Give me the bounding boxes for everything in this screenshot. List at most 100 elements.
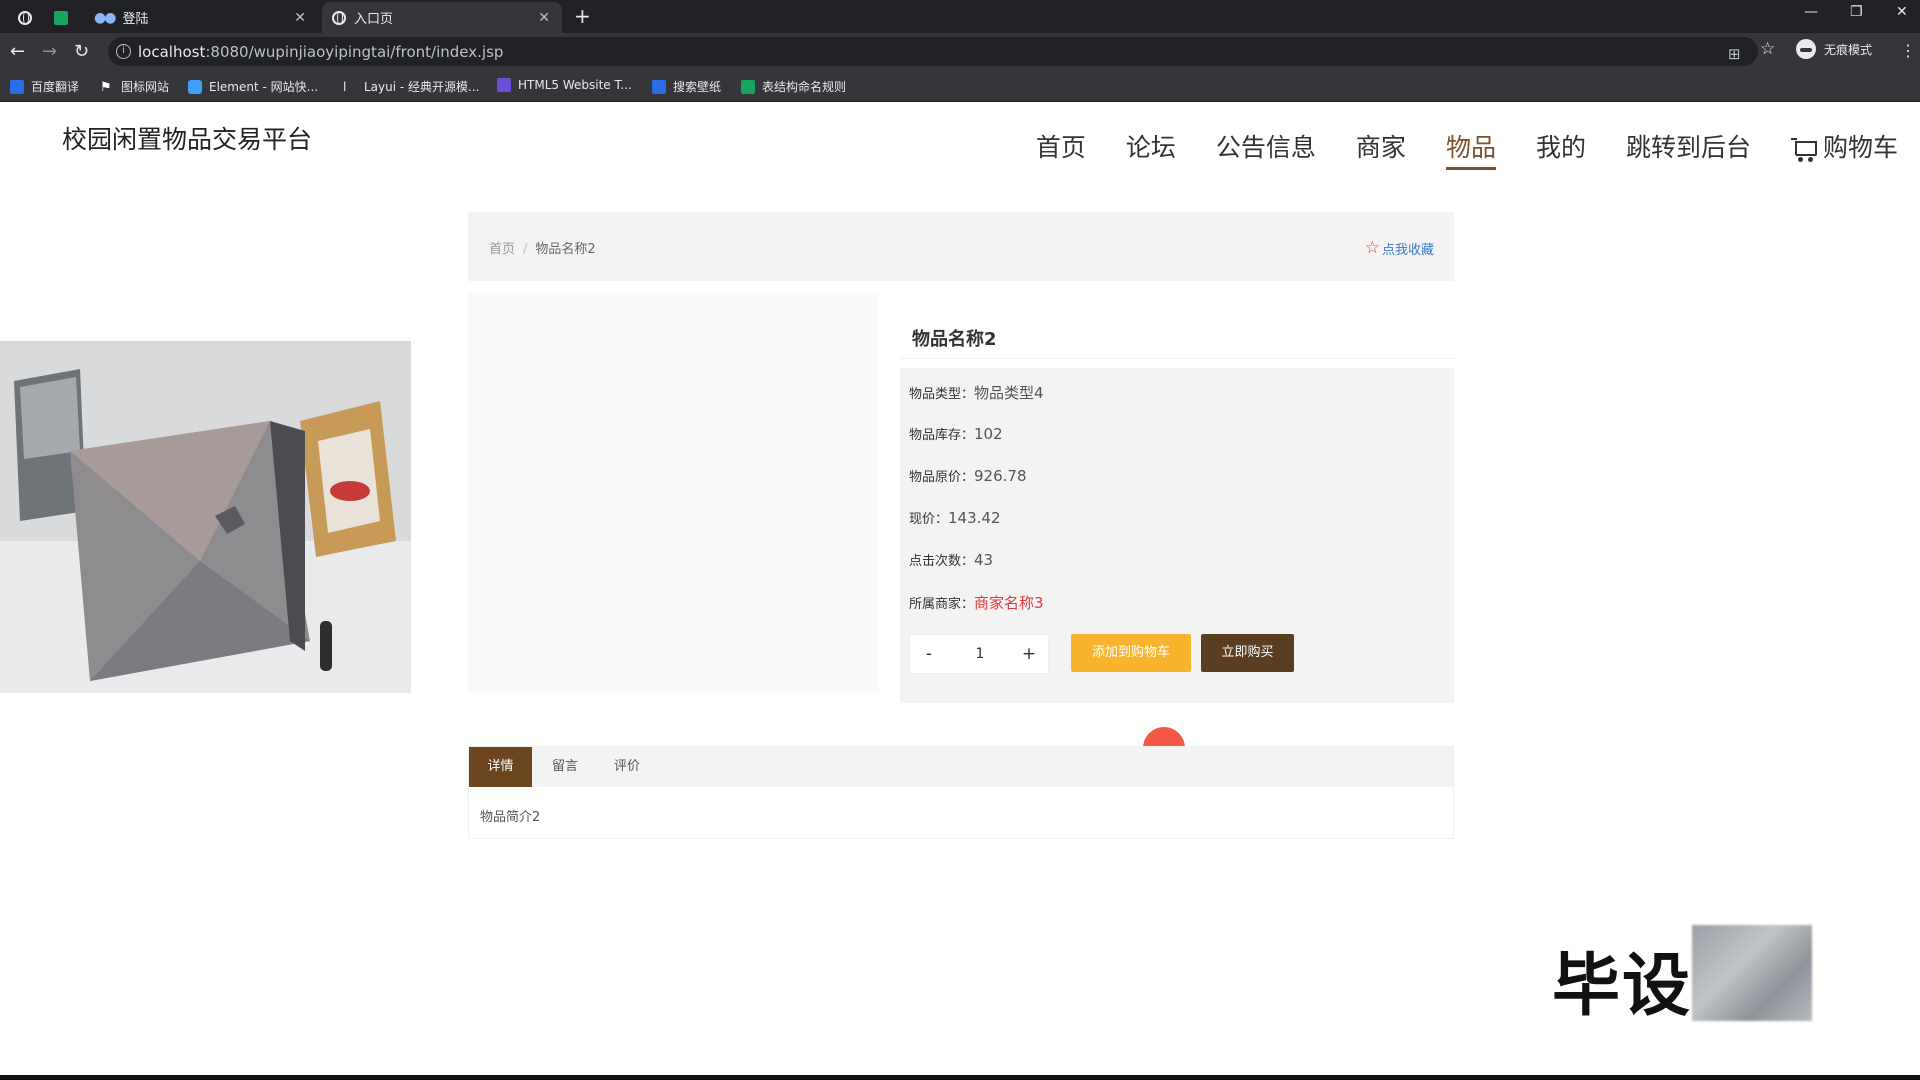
layui-icon: l bbox=[343, 79, 347, 94]
incognito-badge[interactable]: 无痕模式 bbox=[1796, 39, 1872, 59]
bookmarks-bar: 百度翻译 ⚑ 图标网站 Element - 网站快... l Layui - 经… bbox=[0, 70, 1920, 102]
product-title: 物品名称2 bbox=[912, 329, 997, 350]
reload-icon[interactable]: ↻ bbox=[74, 41, 89, 62]
bookmark-item[interactable]: l Layui - 经典开源模... bbox=[343, 78, 479, 95]
favorite-label: 点我收藏 bbox=[1381, 242, 1434, 258]
browser-menu-icon[interactable]: ⋮ bbox=[1900, 41, 1916, 60]
browser-tab-login[interactable]: ●● 登陆 ✕ bbox=[84, 2, 318, 33]
bookmark-label: Layui - 经典开源模... bbox=[364, 80, 480, 94]
bookmark-label: 百度翻译 bbox=[31, 80, 80, 94]
browser-tab-entry[interactable]: 入口页 ✕ bbox=[322, 2, 562, 33]
info-row-stock: 物品库存：102 bbox=[909, 424, 1003, 443]
nav-item-cart[interactable]: 购物车 bbox=[1790, 128, 1898, 170]
quantity-input[interactable]: 1 bbox=[956, 646, 1004, 662]
breadcrumb-home[interactable]: 首页 bbox=[489, 242, 515, 257]
stock-value: 102 bbox=[974, 425, 1003, 443]
product-title-box: 物品名称2 bbox=[900, 309, 1454, 359]
add-to-cart-button[interactable]: 添加到购物车 bbox=[1071, 634, 1191, 672]
nav-item-forum[interactable]: 论坛 bbox=[1126, 128, 1176, 170]
merchant-label: 所属商家： bbox=[909, 597, 975, 612]
breadcrumb-separator: / bbox=[523, 242, 528, 257]
main-nav: 首页 论坛 公告信息 商家 物品 我的 跳转到后台 购物车 bbox=[996, 128, 1898, 170]
bookmark-item[interactable]: 百度翻译 bbox=[10, 78, 79, 95]
element-icon bbox=[188, 79, 202, 94]
browser-tab-pinned-2[interactable] bbox=[44, 2, 78, 33]
watermark-text: 毕设 bbox=[1552, 947, 1693, 1026]
back-icon[interactable]: ← bbox=[10, 41, 25, 62]
translate-bookmark-icon bbox=[10, 79, 24, 94]
nav-item-goods[interactable]: 物品 bbox=[1445, 128, 1496, 170]
new-tab-icon[interactable]: + bbox=[574, 4, 591, 28]
address-bar[interactable]: i localhost:8080/wupinjiaoyipingtai/fron… bbox=[108, 37, 1758, 66]
price-value: 143.42 bbox=[948, 509, 1001, 527]
tab-reviews[interactable]: 评价 bbox=[607, 747, 647, 787]
tab-label: 入口页 bbox=[354, 12, 394, 27]
bookmark-label: 图标网站 bbox=[121, 80, 170, 94]
type-label: 物品类型： bbox=[909, 387, 975, 402]
nav-item-announcements[interactable]: 公告信息 bbox=[1216, 128, 1316, 170]
browser-tab-bar: ●● 登陆 ✕ 入口页 ✕ + — ❐ ✕ bbox=[0, 0, 1920, 33]
increment-button[interactable]: + bbox=[1014, 644, 1044, 664]
wallpaper-icon bbox=[652, 79, 666, 94]
type-value: 物品类型4 bbox=[974, 384, 1044, 402]
tab-messages[interactable]: 留言 bbox=[545, 747, 585, 787]
bookmark-label: Element - 网站快... bbox=[209, 80, 319, 94]
sheet-icon bbox=[54, 10, 68, 25]
info-row-price: 现价：143.42 bbox=[909, 508, 1001, 527]
product-info: 物品类型：物品类型4 物品库存：102 物品原价：926.78 现价：143.4… bbox=[900, 368, 1454, 703]
original-price-value: 926.78 bbox=[974, 467, 1027, 485]
bookmark-item[interactable]: 搜索壁纸 bbox=[652, 78, 721, 95]
browser-toolbar: ← → ↻ i localhost:8080/wupinjiaoyipingta… bbox=[0, 33, 1920, 70]
nav-item-admin[interactable]: 跳转到后台 bbox=[1626, 128, 1751, 170]
browser-tab-pinned-1[interactable] bbox=[8, 2, 42, 33]
favorite-button[interactable]: ☆ 点我收藏 bbox=[1365, 238, 1434, 258]
price-label: 现价： bbox=[909, 512, 949, 527]
cart-icon bbox=[1790, 138, 1817, 162]
info-row-original-price: 物品原价：926.78 bbox=[909, 466, 1027, 485]
translate-icon[interactable]: ⊞ bbox=[1728, 45, 1741, 63]
stock-label: 物品库存： bbox=[909, 428, 975, 443]
incognito-icon bbox=[1796, 39, 1816, 59]
breadcrumb-current: 物品名称2 bbox=[535, 242, 596, 257]
bookmark-label: HTML5 Website T... bbox=[518, 78, 632, 92]
forward-icon[interactable]: → bbox=[42, 41, 57, 62]
buy-now-button[interactable]: 立即购买 bbox=[1201, 634, 1294, 672]
close-window-icon[interactable]: ✕ bbox=[1896, 4, 1908, 20]
bookmark-item[interactable]: Element - 网站快... bbox=[188, 78, 318, 95]
minimize-icon[interactable]: — bbox=[1804, 4, 1818, 20]
sheet-icon bbox=[741, 79, 755, 94]
restore-icon[interactable]: ❐ bbox=[1850, 4, 1863, 20]
clicks-value: 43 bbox=[974, 551, 994, 569]
info-row-clicks: 点击次数：43 bbox=[909, 550, 993, 569]
merchant-link[interactable]: 商家名称3 bbox=[974, 594, 1044, 612]
incognito-label: 无痕模式 bbox=[1824, 42, 1873, 57]
url-text: localhost:8080/wupinjiaoyipingtai/front/… bbox=[138, 43, 504, 61]
original-price-label: 物品原价： bbox=[909, 470, 975, 485]
bookmark-item[interactable]: ⚑ 图标网站 bbox=[100, 78, 169, 95]
tab-close-icon[interactable]: ✕ bbox=[538, 10, 550, 26]
tab-close-icon[interactable]: ✕ bbox=[294, 10, 306, 26]
clicks-label: 点击次数： bbox=[909, 554, 975, 569]
bookmark-label: 表结构命名规则 bbox=[762, 80, 847, 94]
product-image-frame bbox=[468, 293, 879, 693]
nav-item-home[interactable]: 首页 bbox=[1036, 128, 1086, 170]
globe-icon bbox=[18, 10, 32, 25]
bookmark-label: 搜索壁纸 bbox=[673, 80, 722, 94]
bookmark-item[interactable]: HTML5 Website T... bbox=[497, 78, 632, 92]
decrement-button[interactable]: - bbox=[914, 644, 944, 664]
info-icon[interactable]: i bbox=[116, 44, 131, 59]
site-title: 校园闲置物品交易平台 bbox=[62, 125, 313, 154]
bottom-strip bbox=[0, 1075, 1920, 1080]
product-image[interactable] bbox=[0, 341, 411, 693]
nav-item-mine[interactable]: 我的 bbox=[1536, 128, 1586, 170]
info-row-merchant: 所属商家：商家名称3 bbox=[909, 592, 1044, 613]
tab-details[interactable]: 详情 bbox=[469, 747, 532, 787]
globe-icon bbox=[332, 10, 346, 25]
detail-tabs: 详情 留言 评价 物品简介2 bbox=[468, 746, 1454, 839]
detail-tabs-header: 详情 留言 评价 bbox=[469, 747, 1453, 787]
nav-item-merchants[interactable]: 商家 bbox=[1356, 128, 1406, 170]
bookmark-item[interactable]: 表结构命名规则 bbox=[741, 78, 846, 95]
bookmark-star-icon[interactable]: ☆ bbox=[1760, 39, 1775, 59]
html5-icon bbox=[497, 78, 511, 92]
info-row-type: 物品类型：物品类型4 bbox=[909, 382, 1044, 403]
